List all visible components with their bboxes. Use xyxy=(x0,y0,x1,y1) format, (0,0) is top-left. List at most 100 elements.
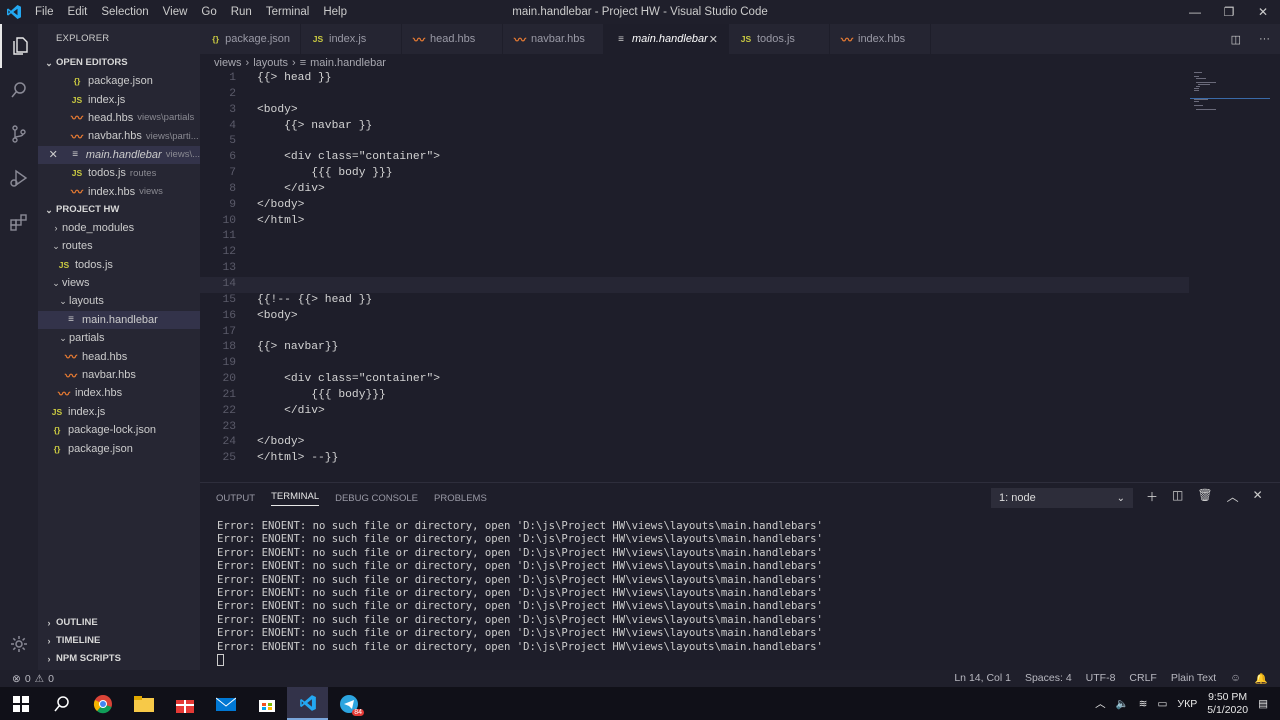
show-hidden-icons-icon[interactable]: ︿ xyxy=(1095,696,1106,711)
tab-package-json[interactable]: {} package.json xyxy=(200,24,301,54)
terminal-output[interactable]: Error: ENOENT: no such file or directory… xyxy=(217,520,823,667)
tree-item[interactable]: JS todos.js xyxy=(38,256,200,274)
open-editor-item[interactable]: 〰 index.hbs views xyxy=(38,182,200,200)
new-terminal-icon[interactable]: ＋ xyxy=(1146,488,1158,505)
tree-item[interactable]: 〰 head.hbs xyxy=(38,347,200,365)
tree-item[interactable]: JS index.js xyxy=(38,403,200,421)
clock[interactable]: 9:50 PM 5/1/2020 xyxy=(1207,691,1248,717)
open-editor-item[interactable]: 〰 navbar.hbs views\parti... xyxy=(38,127,200,145)
restore-button[interactable]: ❐ xyxy=(1212,0,1246,24)
terminal-prompt[interactable] xyxy=(217,653,823,667)
panel-tab-debug-console[interactable]: DEBUG CONSOLE xyxy=(335,493,418,504)
tab-navbar-hbs[interactable]: 〰 navbar.hbs xyxy=(503,24,604,54)
settings-gear-icon[interactable] xyxy=(0,622,38,666)
cursor-position[interactable]: Ln 14, Col 1 xyxy=(954,672,1011,685)
notifications-bell-icon[interactable]: 🔔 xyxy=(1255,672,1268,685)
tree-item[interactable]: 〰 index.hbs xyxy=(38,384,200,402)
more-actions-icon[interactable]: ··· xyxy=(1259,33,1270,45)
mail-icon[interactable] xyxy=(205,687,246,720)
vscode-taskbar-icon[interactable] xyxy=(287,687,328,720)
split-terminal-icon[interactable]: ◫ xyxy=(1172,488,1183,505)
open-editor-item[interactable]: 〰 head.hbs views\partials xyxy=(38,109,200,127)
code-editor[interactable]: 1 {{> head }} 2 3 <body> 4 {{> navbar }} 5 6 <d… xyxy=(200,71,1270,482)
close-window-button[interactable]: ✕ xyxy=(1246,0,1280,24)
gift-app-icon[interactable] xyxy=(164,687,205,720)
maximize-panel-icon[interactable]: ︿ xyxy=(1227,488,1239,505)
breadcrumb-views[interactable]: views xyxy=(214,57,242,69)
tab-index-hbs[interactable]: 〰 index.hbs xyxy=(830,24,931,54)
explorer-icon[interactable] xyxy=(0,24,38,68)
close-tab-icon[interactable]: ✕ xyxy=(709,33,718,46)
menu-go[interactable]: Go xyxy=(194,0,223,24)
windows-start-icon[interactable] xyxy=(0,687,41,720)
tree-item[interactable]: › node_modules xyxy=(38,219,200,237)
run-debug-icon[interactable] xyxy=(0,156,38,200)
feedback-icon[interactable]: ☺ xyxy=(1230,672,1241,685)
indentation[interactable]: Spaces: 4 xyxy=(1025,672,1072,685)
panel-tab-terminal[interactable]: TERMINAL xyxy=(271,491,320,506)
action-center-icon[interactable]: ▤ xyxy=(1258,698,1268,710)
tree-item-label: todos.js xyxy=(75,258,113,271)
terminal-select[interactable]: 1: node ⌄ xyxy=(991,488,1133,508)
volume-icon[interactable]: 🔈 xyxy=(1116,697,1129,710)
language-mode[interactable]: Plain Text xyxy=(1171,672,1216,685)
menu-help[interactable]: Help xyxy=(316,0,354,24)
close-icon[interactable]: ✕ xyxy=(38,148,69,161)
menu-terminal[interactable]: Terminal xyxy=(259,0,316,24)
tree-item[interactable]: {} package.json xyxy=(38,439,200,457)
split-editor-icon[interactable]: ◫ xyxy=(1231,33,1241,46)
project-header[interactable]: ⌄ PROJECT HW xyxy=(38,201,200,219)
menu-run[interactable]: Run xyxy=(224,0,259,24)
menu-view[interactable]: View xyxy=(156,0,195,24)
trash-icon[interactable]: 🗑 xyxy=(1197,488,1212,505)
editor-scrollbar[interactable] xyxy=(1270,71,1280,482)
minimize-button[interactable]: — xyxy=(1178,0,1212,24)
battery-icon[interactable]: ▭ xyxy=(1157,698,1167,710)
tab-head-hbs[interactable]: 〰 head.hbs xyxy=(402,24,503,54)
breadcrumb-file[interactable]: main.handlebar xyxy=(310,57,386,69)
open-editor-item[interactable]: JS todos.js routes xyxy=(38,164,200,182)
telegram-icon[interactable]: 84 xyxy=(328,687,369,720)
outline-section[interactable]: › OUTLINE xyxy=(38,614,200,632)
tab-todos-js[interactable]: JS todos.js xyxy=(729,24,830,54)
tree-item[interactable]: 〰 navbar.hbs xyxy=(38,366,200,384)
tree-item[interactable]: ⌄ views xyxy=(38,274,200,292)
close-panel-icon[interactable]: ✕ xyxy=(1253,488,1263,505)
end-of-line[interactable]: CRLF xyxy=(1129,672,1156,685)
store-icon[interactable] xyxy=(246,687,287,720)
panel-tab-output[interactable]: OUTPUT xyxy=(216,493,255,504)
chrome-icon[interactable] xyxy=(82,687,123,720)
menu-edit[interactable]: Edit xyxy=(61,0,95,24)
source-control-icon[interactable] xyxy=(0,112,38,156)
wifi-icon[interactable]: ≋ xyxy=(1139,698,1148,710)
minimap[interactable] xyxy=(1190,71,1270,111)
search-taskbar-icon[interactable] xyxy=(41,687,82,720)
input-language[interactable]: УКР xyxy=(1177,698,1197,710)
extensions-icon[interactable] xyxy=(0,200,38,244)
timeline-label: TIMELINE xyxy=(56,635,101,646)
menu-file[interactable]: File xyxy=(28,0,61,24)
tab-index-js[interactable]: JS index.js xyxy=(301,24,402,54)
encoding[interactable]: UTF-8 xyxy=(1086,672,1116,685)
breadcrumb-layouts[interactable]: layouts xyxy=(253,57,288,69)
code-line: 13 xyxy=(200,261,1270,277)
panel-tab-problems[interactable]: PROBLEMS xyxy=(434,493,487,504)
open-editor-item[interactable]: JS index.js xyxy=(38,90,200,108)
open-editor-item[interactable]: ✕ ≡ main.handlebar views\... xyxy=(38,145,200,164)
timeline-section[interactable]: › TIMELINE xyxy=(38,632,200,650)
tree-item[interactable]: ⌄ routes xyxy=(38,237,200,255)
tab-main-handlebar[interactable]: ≡ main.handlebar ✕ xyxy=(604,24,729,54)
problems-indicator[interactable]: ⊗ 0 ⚠ 0 xyxy=(0,673,54,685)
tree-item[interactable]: ≡ main.handlebar xyxy=(38,310,200,330)
open-editor-item[interactable]: {} package.json xyxy=(38,72,200,90)
npm-scripts-section[interactable]: › NPM SCRIPTS xyxy=(38,650,200,668)
tree-item[interactable]: ⌄ layouts xyxy=(38,292,200,310)
menu-selection[interactable]: Selection xyxy=(94,0,155,24)
tree-item[interactable]: {} package-lock.json xyxy=(38,421,200,439)
search-icon[interactable] xyxy=(0,68,38,112)
open-editors-header[interactable]: ⌄ OPEN EDITORS xyxy=(38,54,200,72)
tree-item[interactable]: ⌄ partials xyxy=(38,329,200,347)
text-file-icon: ≡ xyxy=(72,149,79,161)
tab-label: index.js xyxy=(329,33,367,45)
file-explorer-icon[interactable] xyxy=(123,687,164,720)
